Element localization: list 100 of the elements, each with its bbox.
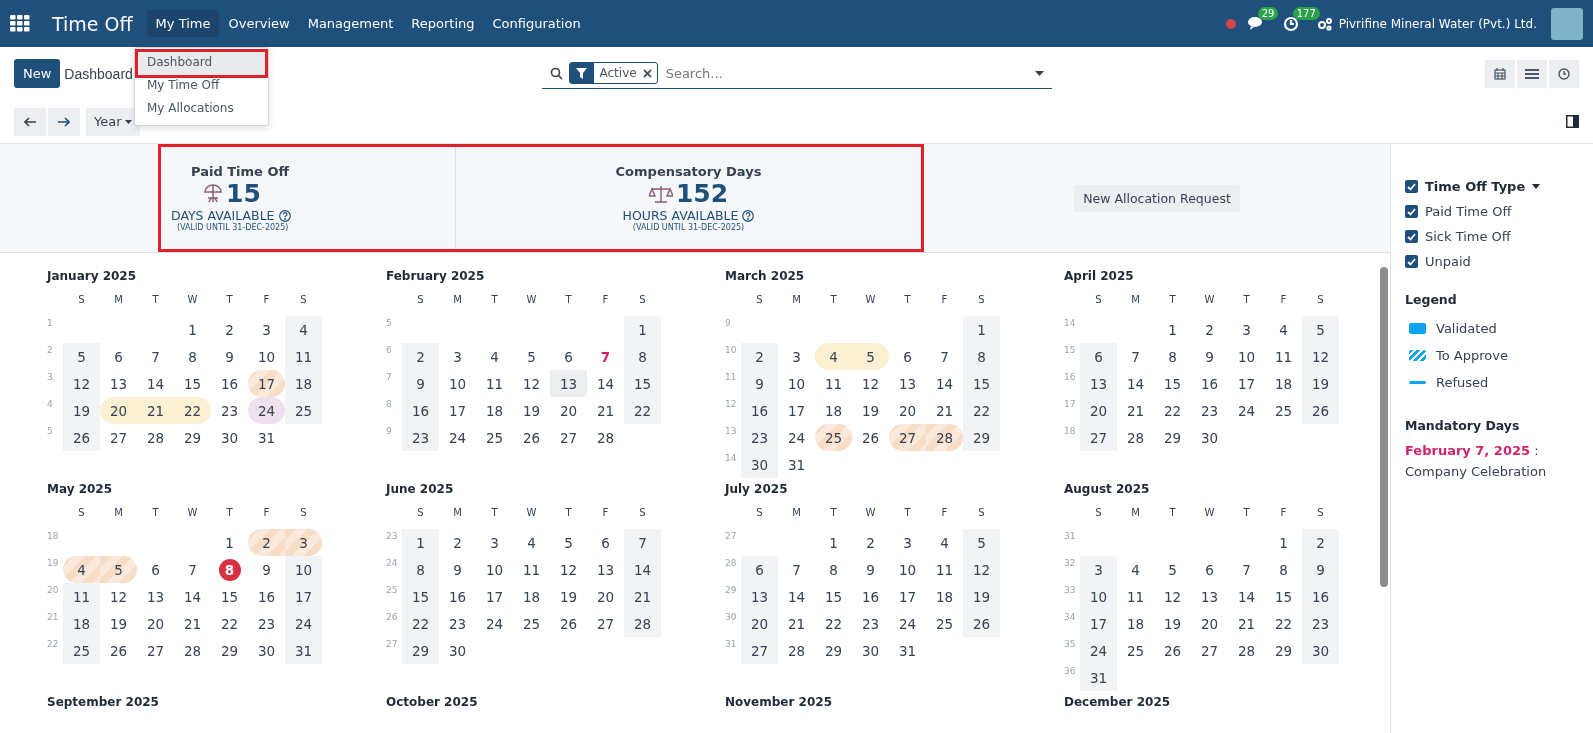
calendar-day[interactable]: 27 bbox=[1080, 424, 1117, 451]
calendar-day[interactable]: 28 bbox=[926, 424, 963, 451]
filter-label[interactable]: Unpaid bbox=[1425, 254, 1471, 269]
calendar-day[interactable]: 15 bbox=[815, 583, 852, 610]
calendar-day[interactable]: 14 bbox=[587, 370, 624, 397]
menu-item[interactable]: Management bbox=[298, 10, 403, 37]
calendar-day[interactable]: 16 bbox=[852, 583, 889, 610]
next-button[interactable] bbox=[48, 107, 80, 136]
calendar-day[interactable]: 4 bbox=[513, 529, 550, 556]
calendar-day[interactable]: 25 bbox=[476, 424, 513, 451]
calendar-day[interactable]: 16 bbox=[402, 397, 439, 424]
calendar-day[interactable]: 16 bbox=[1191, 370, 1228, 397]
calendar-day[interactable]: 7 bbox=[1228, 556, 1265, 583]
calendar-day[interactable]: 14 bbox=[926, 370, 963, 397]
calendar-day[interactable]: 20 bbox=[100, 397, 137, 424]
calendar-day[interactable]: 30 bbox=[211, 424, 248, 451]
calendar-day[interactable]: 15 bbox=[963, 370, 1000, 397]
calendar-day[interactable]: 4 bbox=[285, 316, 322, 343]
calendar-day[interactable]: 3 bbox=[889, 529, 926, 556]
calendar-day[interactable]: 5 bbox=[550, 529, 587, 556]
calendar-day[interactable]: 8 bbox=[402, 556, 439, 583]
company-name[interactable]: Pivrifine Mineral Water (Pvt.) Ltd. bbox=[1338, 16, 1537, 31]
calendar-day[interactable]: 18 bbox=[476, 397, 513, 424]
calendar-day[interactable]: 13 bbox=[137, 583, 174, 610]
calendar-day[interactable]: 20 bbox=[550, 397, 587, 424]
calendar-day[interactable]: 14 bbox=[137, 370, 174, 397]
calendar-day[interactable]: 7 bbox=[587, 343, 624, 370]
calendar-day[interactable]: 1 bbox=[624, 316, 661, 343]
calendar-day[interactable]: 4 bbox=[815, 343, 852, 370]
calendar-day[interactable]: 9 bbox=[1302, 556, 1339, 583]
calendar-day[interactable]: 20 bbox=[889, 397, 926, 424]
calendar-day[interactable]: 22 bbox=[624, 397, 661, 424]
calendar-day[interactable]: 1 bbox=[174, 316, 211, 343]
calendar-day[interactable]: 23 bbox=[248, 610, 285, 637]
calendar-day[interactable]: 2 bbox=[852, 529, 889, 556]
calendar-day[interactable]: 27 bbox=[1191, 637, 1228, 664]
checkbox[interactable] bbox=[1405, 180, 1418, 193]
calendar-day[interactable]: 21 bbox=[926, 397, 963, 424]
calendar-day[interactable]: 10 bbox=[1228, 343, 1265, 370]
calendar-day[interactable]: 26 bbox=[513, 424, 550, 451]
calendar-day[interactable]: 9 bbox=[741, 370, 778, 397]
calendar-day[interactable]: 12 bbox=[100, 583, 137, 610]
calendar-day[interactable]: 18 bbox=[815, 397, 852, 424]
calendar-day[interactable]: 11 bbox=[476, 370, 513, 397]
calendar-day[interactable]: 31 bbox=[1080, 664, 1117, 691]
dropdown-item[interactable]: My Allocations bbox=[138, 98, 265, 121]
calendar-day[interactable]: 13 bbox=[889, 370, 926, 397]
calendar-day[interactable]: 25 bbox=[1117, 637, 1154, 664]
calendar-day[interactable]: 21 bbox=[1228, 610, 1265, 637]
calendar-day[interactable]: 13 bbox=[741, 583, 778, 610]
calendar-day[interactable]: 19 bbox=[852, 397, 889, 424]
calendar-day[interactable]: 22 bbox=[174, 397, 211, 424]
filter-label[interactable]: Paid Time Off bbox=[1425, 204, 1512, 219]
calendar-day[interactable]: 19 bbox=[100, 610, 137, 637]
filter-label[interactable]: Sick Time Off bbox=[1425, 229, 1511, 244]
calendar-day[interactable]: 13 bbox=[1191, 583, 1228, 610]
calendar-day[interactable]: 16 bbox=[211, 370, 248, 397]
list-view-button[interactable] bbox=[1517, 59, 1547, 88]
calendar-day[interactable]: 12 bbox=[63, 370, 100, 397]
calendar-day[interactable]: 6 bbox=[889, 343, 926, 370]
calendar-day[interactable]: 17 bbox=[889, 583, 926, 610]
menu-item[interactable]: My Time bbox=[146, 10, 220, 37]
calendar-day[interactable]: 10 bbox=[1080, 583, 1117, 610]
calendar-day[interactable]: 28 bbox=[587, 424, 624, 451]
previous-button[interactable] bbox=[14, 107, 46, 136]
calendar-day[interactable]: 25 bbox=[815, 424, 852, 451]
calendar-day[interactable]: 26 bbox=[1302, 397, 1339, 424]
calendar-day[interactable]: 27 bbox=[137, 637, 174, 664]
calendar-day[interactable]: 17 bbox=[778, 397, 815, 424]
chat-icon[interactable] bbox=[1247, 16, 1265, 31]
status-dot[interactable] bbox=[1225, 18, 1236, 29]
calendar-day[interactable]: 26 bbox=[100, 637, 137, 664]
calendar-day[interactable]: 10 bbox=[439, 370, 476, 397]
calendar-day[interactable]: 29 bbox=[1265, 637, 1302, 664]
calendar-day[interactable]: 21 bbox=[1117, 397, 1154, 424]
calendar-day[interactable]: 5 bbox=[852, 343, 889, 370]
calendar-day[interactable]: 9 bbox=[402, 370, 439, 397]
calendar-day[interactable]: 10 bbox=[778, 370, 815, 397]
calendar-day[interactable]: 15 bbox=[211, 583, 248, 610]
calendar-day[interactable]: 27 bbox=[550, 424, 587, 451]
calendar-day[interactable]: 1 bbox=[963, 316, 1000, 343]
calendar-day[interactable]: 17 bbox=[248, 370, 285, 397]
calendar-day[interactable]: 11 bbox=[926, 556, 963, 583]
calendar-day[interactable]: 20 bbox=[1080, 397, 1117, 424]
calendar-day[interactable]: 1 bbox=[815, 529, 852, 556]
calendar-day[interactable]: 21 bbox=[174, 610, 211, 637]
calendar-day[interactable]: 18 bbox=[513, 583, 550, 610]
calendar-view-button[interactable] bbox=[1485, 59, 1515, 88]
calendar-day[interactable]: 27 bbox=[100, 424, 137, 451]
calendar-day[interactable]: 3 bbox=[248, 316, 285, 343]
calendar-day[interactable]: 17 bbox=[1080, 610, 1117, 637]
calendar-day[interactable]: 30 bbox=[439, 637, 476, 664]
calendar-day[interactable]: 6 bbox=[1191, 556, 1228, 583]
calendar-day[interactable]: 25 bbox=[285, 397, 322, 424]
calendar-day[interactable]: 6 bbox=[550, 343, 587, 370]
calendar-day[interactable]: 24 bbox=[889, 610, 926, 637]
calendar-day[interactable]: 14 bbox=[624, 556, 661, 583]
calendar-day[interactable]: 18 bbox=[1117, 610, 1154, 637]
calendar-day[interactable]: 3 bbox=[285, 529, 322, 556]
calendar-day[interactable]: 11 bbox=[1265, 343, 1302, 370]
